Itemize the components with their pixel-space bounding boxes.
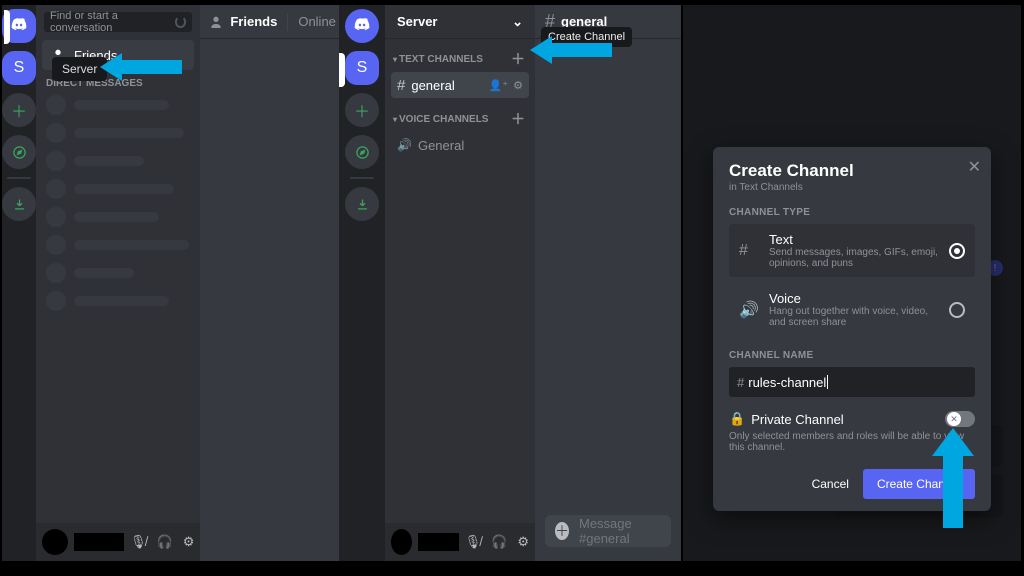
user-footer: 🎙︎̸ 🎧 ⚙ [385, 523, 535, 561]
annotation-arrow [530, 33, 612, 67]
server-icon[interactable]: S [345, 51, 379, 85]
user-footer: 🎙︎̸ 🎧 ⚙ [36, 523, 200, 561]
hash-icon: # [397, 77, 405, 94]
placeholder-text: Message #general [579, 516, 661, 546]
server-header[interactable]: Server ⌄ [385, 5, 535, 39]
explore-button[interactable] [2, 135, 36, 169]
channel-label: General [418, 138, 464, 153]
friends-title: Friends [230, 14, 277, 29]
create-channel-button[interactable]: ＋ [511, 49, 525, 69]
voice-channels-category[interactable]: ▾VOICE CHANNELS ＋ [385, 99, 535, 131]
option-title: Text [769, 232, 939, 247]
option-title: Voice [769, 291, 939, 306]
attach-icon[interactable]: ＋ [555, 522, 569, 540]
option-desc: Hang out together with voice, video, and… [769, 306, 939, 328]
hash-icon: # [737, 375, 744, 390]
lock-icon: 🔒 [729, 411, 745, 427]
radio-selected[interactable] [949, 243, 965, 259]
server-name: Server [397, 14, 437, 29]
channel-list: Server ⌄ ▾TEXT CHANNELS ＋ # general 👤⁺ ⚙… [385, 5, 535, 561]
home-button[interactable] [345, 9, 379, 43]
create-voice-channel-button[interactable]: ＋ [511, 109, 525, 129]
hash-icon: # [739, 242, 748, 260]
message-input[interactable]: ＋ Message #general [545, 515, 671, 547]
panel-server-view: S ＋ Server ⌄ ▾TEXT CHANNELS ＋ # general [339, 5, 681, 561]
mute-icon[interactable]: 🎙︎̸ [465, 534, 482, 550]
deafen-icon[interactable]: 🎧 [491, 534, 507, 550]
settings-icon[interactable]: ⚙ [183, 534, 195, 550]
deafen-icon[interactable]: 🎧 [157, 534, 173, 550]
invite-icon[interactable]: 👤⁺ [489, 79, 509, 92]
speaker-icon: 🔊 [739, 300, 759, 320]
placeholder-text: Find or start a conversation [50, 10, 175, 34]
dm-search-input[interactable]: Find or start a conversation [44, 12, 192, 32]
channel-settings-icon[interactable]: ⚙ [513, 79, 523, 92]
close-icon[interactable]: ✕ [968, 157, 981, 177]
explore-button[interactable] [345, 135, 379, 169]
username-redacted [418, 533, 459, 551]
channel-general[interactable]: # general 👤⁺ ⚙ [391, 72, 529, 98]
private-toggle[interactable] [945, 411, 975, 427]
annotation-arrow [100, 50, 182, 84]
server-icon[interactable]: S [2, 51, 36, 85]
server-gutter: S ＋ [2, 5, 36, 561]
radio-unselected[interactable] [949, 302, 965, 318]
dm-column: Find or start a conversation Friends DIR… [36, 5, 200, 561]
username-redacted [74, 533, 124, 551]
channel-type-text[interactable]: # Text Send messages, images, GIFs, emoj… [729, 224, 975, 277]
option-desc: Send messages, images, GIFs, emoji, opin… [769, 247, 939, 269]
panel-friends-view: S ＋ Find or start a conversation Friends… [2, 5, 337, 561]
modal-title: Create Channel [729, 161, 975, 181]
chat-area: # general ＋ Message #general [535, 5, 681, 561]
avatar[interactable] [42, 529, 68, 555]
channel-name-label: CHANNEL NAME [729, 350, 975, 361]
channel-label: general [411, 78, 454, 93]
online-tab[interactable]: Online [298, 14, 336, 29]
private-channel-label: Private Channel [751, 412, 844, 427]
modal-subtitle: in Text Channels [729, 182, 975, 193]
download-button[interactable] [2, 187, 36, 221]
mute-icon[interactable]: 🎙︎̸ [130, 534, 147, 550]
input-value: rules-channel [748, 375, 826, 390]
voice-channel-general[interactable]: 🔊 General [391, 132, 529, 158]
annotation-arrow [930, 428, 976, 528]
friends-content: Friends Online [200, 5, 346, 561]
chevron-down-icon: ⌄ [512, 14, 523, 30]
server-gutter: S ＋ [339, 5, 385, 561]
cancel-button[interactable]: Cancel [812, 477, 849, 491]
download-button[interactable] [345, 187, 379, 221]
channel-type-label: CHANNEL TYPE [729, 207, 975, 218]
speaker-icon: 🔊 [397, 138, 412, 152]
channel-type-voice[interactable]: 🔊 Voice Hang out together with voice, vi… [729, 283, 975, 336]
text-channels-category[interactable]: ▾TEXT CHANNELS ＋ [385, 39, 535, 71]
channel-name-input[interactable]: # rules-channel [729, 367, 975, 397]
dm-skeleton [36, 91, 200, 315]
add-server-button[interactable]: ＋ [2, 93, 36, 127]
settings-icon[interactable]: ⚙ [517, 534, 529, 550]
avatar[interactable] [391, 529, 412, 555]
add-server-button[interactable]: ＋ [345, 93, 379, 127]
